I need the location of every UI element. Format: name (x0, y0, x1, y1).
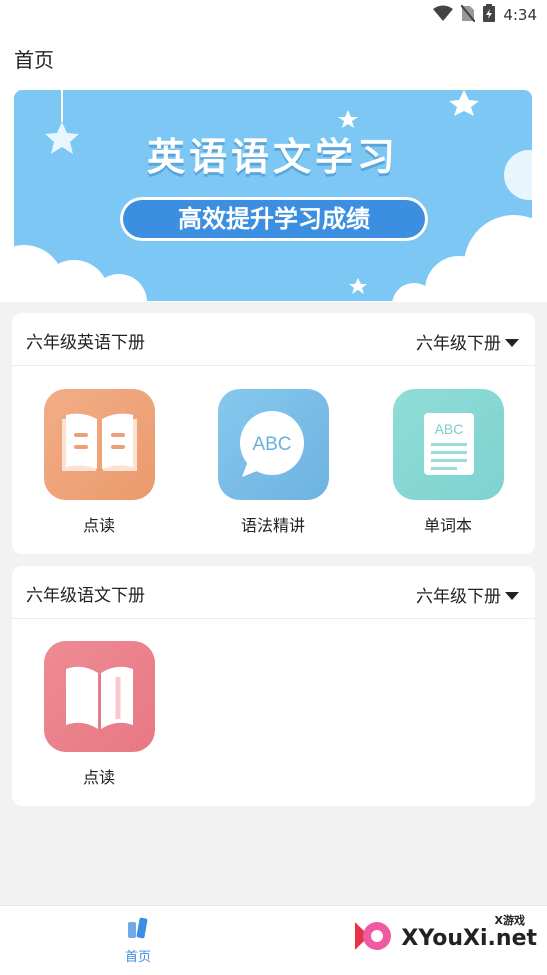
tile-label: 点读 (82, 516, 115, 535)
watermark-small-text: X游戏 (494, 914, 525, 927)
section-title: 六年级语文下册 (26, 586, 145, 606)
book-icon (43, 641, 155, 752)
banner-subtitle: 高效提升学习成绩 (120, 197, 428, 241)
section-title: 六年级英语下册 (26, 333, 145, 353)
watermark-text: XYouXi.net (401, 925, 537, 951)
tab-home-label: 首页 (124, 950, 151, 965)
status-bar: 4:34 (0, 0, 547, 30)
promo-banner[interactable]: 英语语文学习 高效提升学习成绩 (14, 90, 532, 301)
grade-dropdown[interactable]: 六年级下册 (416, 329, 519, 354)
word-list-icon: ABC (392, 389, 504, 500)
wifi-icon (433, 5, 454, 25)
gamepad-icon (349, 916, 395, 960)
caret-down-icon (505, 338, 519, 347)
english-section-card: 六年级英语下册 六年级下册 点读 ABC 语法精讲 ABC 单词本 (12, 313, 535, 554)
chinese-read-tile[interactable]: 点读 (39, 641, 159, 788)
banner-title: 英语语文学习 (146, 135, 399, 179)
tile-label: 点读 (82, 768, 115, 787)
tab-home[interactable]: 首页 (110, 916, 166, 965)
watermark-logo: XYouXi.net X游戏 (349, 914, 537, 960)
chinese-section-header: 六年级语文下册 六年级下册 (12, 566, 535, 619)
grade-dropdown-label: 六年级下册 (416, 587, 501, 607)
tile-label: 语法精讲 (240, 516, 305, 535)
caret-down-icon (505, 591, 519, 600)
svg-text:ABC: ABC (252, 434, 291, 455)
no-sim-icon (460, 3, 477, 26)
banner-decoration (14, 90, 532, 301)
chinese-section-card: 六年级语文下册 六年级下册 点读 (12, 566, 535, 806)
open-book-icon (43, 389, 155, 500)
grade-dropdown[interactable]: 六年级下册 (416, 582, 519, 607)
status-time: 4:34 (503, 6, 537, 24)
english-section-header: 六年级英语下册 六年级下册 (12, 313, 535, 366)
page-title: 首页 (14, 48, 54, 72)
grade-dropdown-label: 六年级下册 (416, 334, 501, 354)
abc-chat-bubble-icon: ABC (217, 389, 329, 500)
grammar-tile[interactable]: ABC 语法精讲 (213, 389, 333, 536)
svg-text:ABC: ABC (434, 421, 463, 437)
books-icon (126, 917, 150, 944)
bottom-tab-bar: 首页 XYouXi.net X游戏 (0, 905, 547, 975)
english-read-tile[interactable]: 点读 (39, 389, 159, 536)
wordbook-tile[interactable]: ABC 单词本 (388, 389, 508, 536)
battery-icon (483, 4, 496, 26)
tile-label: 单词本 (423, 516, 472, 535)
